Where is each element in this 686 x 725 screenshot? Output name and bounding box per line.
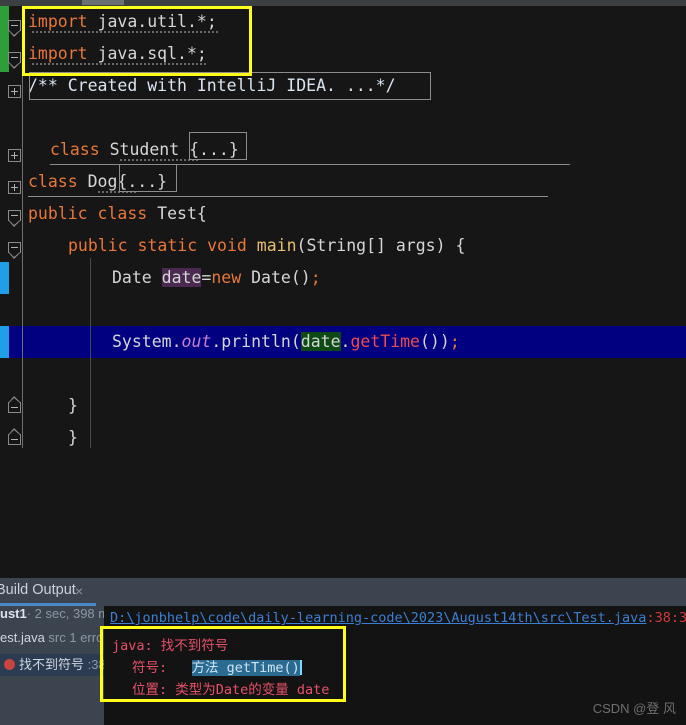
build-console[interactable]: D:\jonbhelp\code\daily-learning-code\202… bbox=[104, 606, 686, 725]
keyword-class-test: class bbox=[97, 204, 148, 223]
close-icon[interactable]: × bbox=[75, 583, 83, 599]
println-call: .println( bbox=[211, 332, 301, 351]
unused-import-squiggle-1 bbox=[32, 30, 218, 34]
keyword-public-class: public bbox=[28, 204, 88, 223]
keyword-class-dog: class bbox=[28, 172, 78, 191]
vcs-modified-marker-2[interactable] bbox=[0, 326, 9, 358]
tree-row-file-name: est.java bbox=[0, 630, 45, 645]
tree-row-module-duration: · 2 sec, 398 ms bbox=[26, 606, 104, 621]
code-line-close-main[interactable]: } bbox=[68, 390, 78, 422]
folded-student-outline[interactable] bbox=[189, 132, 247, 160]
error-symbol-label: 符号: bbox=[132, 660, 168, 676]
text-caret bbox=[299, 660, 302, 675]
build-output-tool-window[interactable]: Build Output × ust1· 2 sec, 398 ms est.j… bbox=[0, 578, 686, 725]
unresolved-method-getTime: getTime bbox=[350, 332, 420, 351]
tree-row-module-name: ust1 bbox=[0, 606, 27, 621]
keyword-public-main: public bbox=[68, 236, 128, 255]
top-strip-segment bbox=[82, 0, 124, 5]
code-line-close-class[interactable]: } bbox=[68, 422, 78, 454]
unused-class-squiggle-student bbox=[120, 158, 198, 162]
keyword-new: new bbox=[211, 268, 242, 287]
error-symbol-value: 方法 getTime() bbox=[191, 660, 300, 676]
editor-gutter[interactable] bbox=[0, 6, 28, 578]
fold-handle-import-1[interactable] bbox=[8, 20, 21, 37]
tree-row-error[interactable]: 找不到符号 :38 bbox=[0, 654, 104, 676]
unused-import-squiggle-2 bbox=[32, 62, 208, 66]
fold-handle-main-method[interactable] bbox=[8, 242, 21, 259]
fold-separator-dog bbox=[28, 196, 548, 197]
build-tree[interactable]: ust1· 2 sec, 398 ms est.java src 1 erro … bbox=[0, 606, 104, 725]
source-file-link[interactable]: D:\jonbhelp\code\daily-learning-code\202… bbox=[110, 610, 646, 626]
code-line-class-test[interactable]: public class Test{ bbox=[28, 198, 207, 230]
member-dot: . bbox=[340, 332, 351, 351]
console-error-line-1: java: 找不到符号 bbox=[112, 634, 228, 654]
fold-region-line bbox=[22, 28, 23, 448]
type-date: Date bbox=[112, 268, 162, 287]
constructor-date: Date() bbox=[241, 268, 311, 287]
code-editor[interactable]: import java.util.*; import java.sql.*; /… bbox=[0, 6, 686, 578]
system-class: System. bbox=[112, 332, 182, 351]
console-error-line-2: 符号: 方法 getTime() bbox=[132, 656, 302, 676]
semicolon-1: ; bbox=[310, 268, 321, 287]
error-location-label: 位置: bbox=[132, 682, 168, 698]
closing-brace-main: } bbox=[68, 396, 78, 415]
folded-dog-outline[interactable] bbox=[119, 164, 177, 192]
csdn-watermark: CSDN @登 风 bbox=[592, 701, 676, 716]
code-text-area[interactable]: import java.util.*; import java.sql.*; /… bbox=[28, 6, 686, 578]
tree-row-error-line: :38 bbox=[84, 657, 104, 672]
fold-handle-import-2[interactable] bbox=[8, 52, 21, 69]
class-identifier-student: Student bbox=[109, 140, 180, 159]
closing-brace-class: } bbox=[68, 428, 78, 447]
fold-expand-dog-icon[interactable] bbox=[8, 181, 21, 194]
keyword-import-1: import bbox=[28, 12, 88, 31]
code-line-date-declaration[interactable]: Date date=new Date(); bbox=[112, 262, 321, 294]
fold-handle-class-end[interactable] bbox=[8, 428, 21, 445]
keyword-class-student: class bbox=[50, 140, 100, 159]
variable-date-usage: date bbox=[300, 332, 341, 351]
error-location-value: 类型为Date的变量 date bbox=[175, 682, 330, 698]
import-path-util: java.util.*; bbox=[87, 12, 217, 31]
semicolon-2: ; bbox=[449, 332, 460, 351]
class-identifier-test: Test{ bbox=[157, 204, 207, 223]
tab-build-output[interactable]: Build Output bbox=[0, 582, 76, 598]
code-line-println[interactable]: System.out.println(date.getTime()); bbox=[112, 326, 460, 358]
tree-row-module[interactable]: ust1· 2 sec, 398 ms bbox=[0, 606, 104, 628]
fold-handle-main-end[interactable] bbox=[8, 396, 21, 413]
source-position: :38:32 bbox=[646, 610, 686, 626]
import-path-sql: java.sql.*; bbox=[87, 44, 207, 63]
class-name-student bbox=[100, 140, 110, 159]
fold-expand-comment-icon[interactable] bbox=[8, 85, 21, 98]
error-prefix-java: java: bbox=[112, 638, 161, 654]
idea-window: import java.util.*; import java.sql.*; /… bbox=[0, 0, 686, 725]
main-parameters: (String[] args) { bbox=[296, 236, 466, 255]
keyword-static: static bbox=[137, 236, 198, 255]
keyword-void: void bbox=[207, 236, 247, 255]
method-name-main: main bbox=[256, 236, 297, 255]
tree-row-error-message: 找不到符号 bbox=[19, 657, 85, 672]
assign-operator: = bbox=[201, 268, 212, 287]
console-path-line[interactable]: D:\jonbhelp\code\daily-learning-code\202… bbox=[110, 610, 686, 626]
console-error-line-3: 位置: 类型为Date的变量 date bbox=[132, 678, 329, 698]
code-line-main-signature[interactable]: public static void main(String[] args) { bbox=[68, 230, 465, 262]
vcs-modified-marker-1[interactable] bbox=[0, 262, 9, 294]
folded-comment-outline[interactable] bbox=[29, 72, 431, 100]
tree-row-file[interactable]: est.java src 1 erro bbox=[0, 630, 104, 652]
keyword-import-2: import bbox=[28, 44, 88, 63]
tree-row-file-info: src 1 erro bbox=[44, 630, 104, 645]
closing-parens: ()) bbox=[420, 332, 450, 351]
variable-date-declaration: date bbox=[161, 268, 202, 287]
class-identifier-dog: Dog bbox=[87, 172, 118, 191]
error-message-main: 找不到符号 bbox=[160, 638, 229, 654]
indent-guide bbox=[90, 258, 91, 448]
tool-window-tabstrip[interactable]: Build Output × bbox=[0, 578, 686, 606]
fold-expand-student-icon[interactable] bbox=[8, 149, 21, 162]
error-icon bbox=[4, 659, 15, 670]
static-field-out: out bbox=[181, 332, 212, 351]
fold-handle-test-class[interactable] bbox=[8, 210, 21, 227]
